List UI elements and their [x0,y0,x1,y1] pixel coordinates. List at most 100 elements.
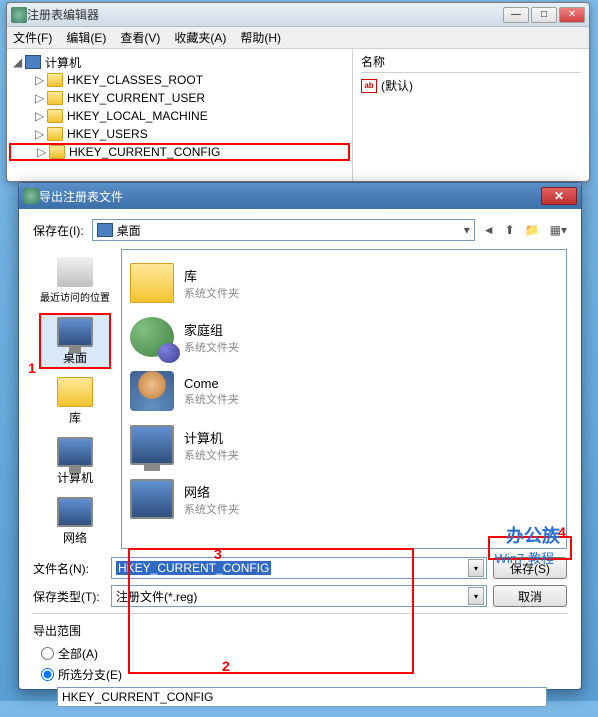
tree-item[interactable]: ▷HKEY_LOCAL_MACHINE [9,107,350,125]
filename-input[interactable]: HKEY_CURRENT_CONFIG ▾ [111,557,487,579]
expand-icon[interactable]: ▷ [35,73,47,87]
menu-file[interactable]: 文件(F) [13,29,52,46]
up-icon[interactable]: ⬆ [505,223,515,237]
tree-key-label: HKEY_USERS [67,127,148,141]
back-icon[interactable]: ◄ [483,223,495,237]
list-item[interactable]: Come系统文件夹 [130,366,558,416]
new-folder-icon[interactable]: 📁 [525,223,540,237]
places-label: 最近访问的位置 [40,289,110,304]
filetype-row: 保存类型(T): 注册文件(*.reg) ▾ 取消 [33,585,567,607]
export-title: 导出注册表文件 [39,188,541,205]
computer-icon [25,55,41,69]
filetype-value: 注册文件(*.reg) [116,588,197,605]
regedit-icon [23,188,39,204]
radio-selected-label: 所选分支(E) [58,666,122,683]
network-icon [130,479,174,519]
dropdown-icon[interactable]: ▾ [464,223,470,237]
places-computer[interactable]: 计算机 [39,433,111,489]
user-icon [130,371,174,411]
desktop-icon [57,317,93,347]
filename-value: HKEY_CURRENT_CONFIG [116,561,271,575]
branch-path-input[interactable] [57,687,547,707]
menu-edit[interactable]: 编辑(E) [66,29,106,46]
list-item[interactable]: 家庭组系统文件夹 [130,312,558,362]
item-type: 系统文件夹 [184,391,239,407]
file-list[interactable]: 库系统文件夹 家庭组系统文件夹 Come系统文件夹 计算机系统文件夹 网络系统文… [121,249,567,549]
regedit-icon [11,7,27,23]
save-button[interactable]: 保存(S) [493,557,567,579]
tree-key-label: HKEY_CURRENT_USER [67,91,205,105]
export-registry-dialog: 导出注册表文件 ✕ 保存在(I): 桌面 ▾ ◄ ⬆ 📁 ▦▾ 最近访问的位置 [18,182,582,690]
collapse-icon[interactable]: ◢ [13,55,25,69]
minimize-button[interactable]: — [503,7,529,23]
close-button[interactable]: ✕ [541,187,577,205]
filetype-label: 保存类型(T): [33,588,105,605]
folder-icon [47,109,63,123]
list-item[interactable]: 网络系统文件夹 [130,474,558,524]
column-name[interactable]: 名称 [361,53,581,73]
places-recent[interactable]: 最近访问的位置 [39,253,111,309]
tree-item-selected[interactable]: ▷ HKEY_CURRENT_CONFIG [9,143,350,161]
radio-selected-branch[interactable] [41,668,54,681]
export-range-group: 导出范围 全部(A) 所选分支(E) [33,613,567,707]
menu-view[interactable]: 查看(V) [120,29,160,46]
cancel-button[interactable]: 取消 [493,585,567,607]
regedit-title: 注册表编辑器 [27,6,503,23]
libraries-icon [57,377,93,407]
menu-help[interactable]: 帮助(H) [240,29,281,46]
export-range-title: 导出范围 [33,622,567,639]
regedit-titlebar[interactable]: 注册表编辑器 — □ ✕ [7,3,589,27]
tree-root[interactable]: ◢ 计算机 [9,53,350,71]
places-bar: 最近访问的位置 桌面 库 计算机 网络 [33,249,117,549]
list-item[interactable]: 库系统文件夹 [130,258,558,308]
dropdown-icon[interactable]: ▾ [468,559,484,577]
registry-tree: ◢ 计算机 ▷HKEY_CLASSES_ROOT ▷ HKEY_CURRENT_U… [7,49,353,181]
item-type: 系统文件夹 [184,339,239,355]
dialog-toolbar: ◄ ⬆ 📁 ▦▾ [483,223,567,237]
item-name: Come [184,376,239,391]
expand-icon[interactable]: ▷ [37,145,49,159]
registry-editor-window: 注册表编辑器 — □ ✕ 文件(F) 编辑(E) 查看(V) 收藏夹(A) 帮助… [6,2,590,182]
folder-icon [47,73,63,87]
expand-icon[interactable]: ▷ [35,127,47,141]
radio-all-row: 全部(A) [33,645,567,662]
value-name: (默认) [381,77,413,94]
filetype-combo[interactable]: 注册文件(*.reg) ▾ [111,585,487,607]
tree-item[interactable]: ▷ HKEY_CURRENT_USER [9,89,350,107]
network-icon [57,497,93,527]
places-libraries[interactable]: 库 [39,373,111,429]
places-desktop[interactable]: 桌面 [39,313,111,369]
places-label: 库 [69,409,81,426]
item-type: 系统文件夹 [184,285,239,301]
folder-icon [47,91,63,105]
item-name: 家庭组 [184,320,239,339]
view-menu-icon[interactable]: ▦▾ [550,223,567,237]
folder-icon [49,145,65,159]
save-in-row: 保存在(I): 桌面 ▾ ◄ ⬆ 📁 ▦▾ [33,219,567,241]
tree-root-label: 计算机 [45,54,81,71]
tree-item[interactable]: ▷HKEY_CLASSES_ROOT [9,71,350,89]
string-value-icon: ab [361,79,377,93]
tree-item[interactable]: ▷ HKEY_USERS [9,125,350,143]
close-button[interactable]: ✕ [559,7,585,23]
value-row[interactable]: ab (默认) [361,77,581,94]
export-main: 最近访问的位置 桌面 库 计算机 网络 [33,249,567,549]
save-in-combo[interactable]: 桌面 ▾ [92,219,475,241]
list-item[interactable]: 计算机系统文件夹 [130,420,558,470]
item-name: 计算机 [184,428,239,447]
places-network[interactable]: 网络 [39,493,111,549]
expand-icon[interactable]: ▷ [35,109,47,123]
regedit-values-pane: 名称 ab (默认) [353,49,589,181]
places-label: 网络 [63,529,87,546]
item-name: 网络 [184,482,239,501]
computer-icon [130,425,174,465]
menu-favorites[interactable]: 收藏夹(A) [174,29,226,46]
maximize-button[interactable]: □ [531,7,557,23]
export-titlebar[interactable]: 导出注册表文件 ✕ [19,183,581,209]
radio-all[interactable] [41,647,54,660]
expand-icon[interactable]: ▷ [35,91,47,105]
dropdown-icon[interactable]: ▾ [468,587,484,605]
filename-row: 文件名(N): HKEY_CURRENT_CONFIG ▾ 保存(S) [33,557,567,579]
tree-key-label: HKEY_CURRENT_CONFIG [69,145,220,159]
item-type: 系统文件夹 [184,447,239,463]
